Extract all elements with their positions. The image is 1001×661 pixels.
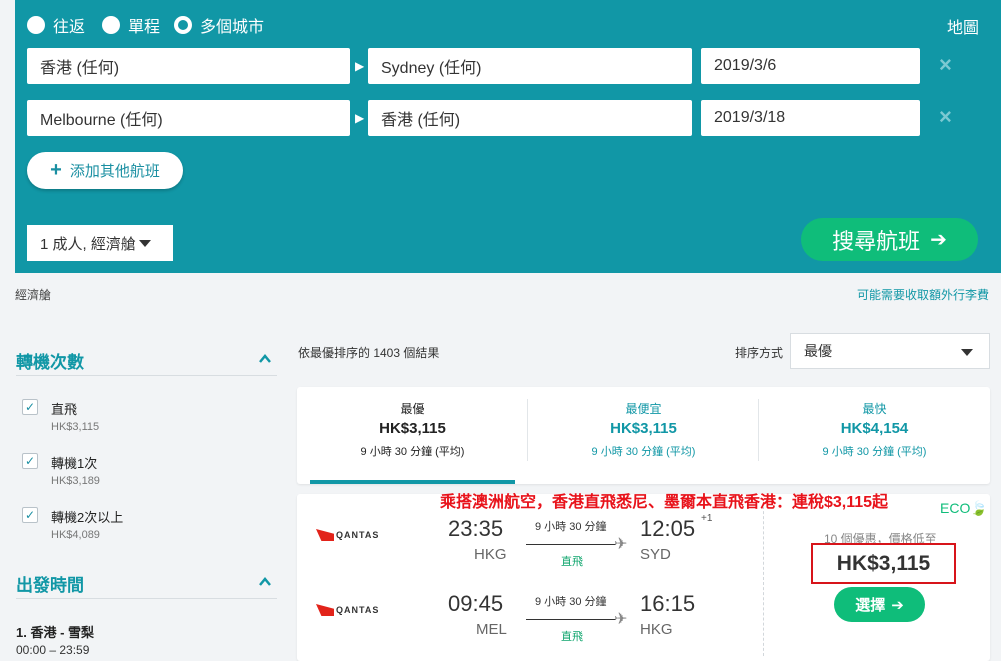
trip-type-label: 往返	[53, 19, 86, 36]
stops-two-plus-label: 轉機2次以上	[51, 510, 124, 525]
destination-field-1[interactable]: Sydney (任何)	[368, 48, 692, 84]
route-line	[526, 619, 616, 620]
search-flights-button[interactable]: 搜尋航班 ➔	[801, 218, 978, 261]
arrival-time: 12:05	[640, 516, 696, 541]
cabin-note: 經濟艙	[15, 288, 52, 302]
kangaroo-tail-icon	[316, 604, 334, 616]
stops-one-label: 轉機1次	[51, 456, 98, 471]
origin-field-1[interactable]: 香港 (任何)	[27, 48, 350, 84]
passengers-select[interactable]: 1 成人, 經濟艙	[27, 225, 173, 261]
trip-type-label: 單程	[128, 19, 161, 36]
sort-select[interactable]: 最優	[790, 333, 990, 369]
stops-two-plus-checkbox[interactable]: ✓	[22, 507, 38, 523]
departure-time: 09:45	[448, 591, 504, 616]
stops-label: 直飛	[561, 631, 583, 643]
destination-field-2[interactable]: 香港 (任何)	[368, 100, 692, 136]
date-field-1[interactable]: 2019/3/6	[701, 48, 920, 84]
flight-duration: 9 小時 30 分鐘	[535, 596, 607, 608]
stops-one-price: HK$3,189	[51, 475, 100, 487]
add-flight-button[interactable]: + 添加其他航班	[27, 152, 183, 189]
tab-cheapest[interactable]: 最便宜 HK$3,115 9 小時 30 分鐘 (平均)	[528, 387, 759, 484]
remove-leg-1-icon[interactable]: ×	[939, 52, 952, 78]
divider	[16, 375, 277, 376]
arrow-right-icon: ➔	[930, 229, 947, 251]
stops-one-checkbox[interactable]: ✓	[22, 453, 38, 469]
sort-tabs: 最優 HK$3,115 9 小時 30 分鐘 (平均) 最便宜 HK$3,115…	[297, 387, 990, 484]
sort-label: 排序方式	[735, 346, 784, 360]
radio-icon	[102, 16, 120, 34]
leaf-icon: 🍃	[970, 500, 988, 516]
tab-price: HK$4,154	[840, 420, 909, 437]
eco-label: ECO	[940, 500, 971, 516]
tab-best[interactable]: 最優 HK$3,115 9 小時 30 分鐘 (平均)	[297, 387, 528, 484]
departure-airport: HKG	[474, 546, 507, 563]
arrival-airport: SYD	[640, 546, 671, 563]
route-line	[526, 544, 616, 545]
origin-field-2[interactable]: Melbourne (任何)	[27, 100, 350, 136]
arrival-time: 16:15	[640, 591, 696, 616]
airplane-icon: ✈	[614, 536, 628, 553]
tab-name: 最便宜	[625, 402, 662, 416]
remove-leg-2-icon[interactable]: ×	[939, 104, 952, 130]
chevron-up-icon[interactable]	[258, 352, 272, 366]
extra-fee-link[interactable]: 可能需要收取額外行李費	[857, 286, 989, 303]
arrow-right-icon: ➔	[891, 596, 904, 614]
stops-direct-checkbox[interactable]: ✓	[22, 399, 38, 415]
divider	[763, 506, 764, 656]
departure-time: 23:35	[448, 516, 504, 541]
radio-selected-icon	[174, 16, 192, 34]
trip-type-label: 多個城市	[200, 19, 265, 36]
tab-fastest[interactable]: 最快 HK$4,154 9 小時 30 分鐘 (平均)	[759, 387, 990, 484]
departure-time-filter-title: 出發時間	[16, 576, 84, 595]
passengers-label: 1 成人, 經濟艙	[40, 235, 136, 253]
tab-name: 最優	[400, 402, 425, 416]
airline-logo: QANTAS	[316, 529, 379, 541]
airplane-icon: ✈	[614, 611, 628, 628]
trip-type-oneway[interactable]: 單程	[102, 13, 160, 37]
add-flight-label: 添加其他航班	[69, 163, 160, 180]
active-tab-indicator	[310, 480, 515, 484]
chevron-up-icon[interactable]	[258, 575, 272, 589]
stops-two-plus-price: HK$4,089	[51, 529, 100, 541]
select-label: 選擇	[855, 597, 886, 614]
stops-direct-label: 直飛	[51, 402, 78, 417]
price-highlight: HK$3,115	[811, 543, 956, 584]
next-day-indicator: +1	[701, 513, 713, 524]
tab-price: HK$3,115	[379, 420, 446, 437]
airline-name: QANTAS	[336, 530, 380, 540]
tab-duration: 9 小時 30 分鐘 (平均)	[360, 446, 465, 458]
sort-value: 最優	[804, 343, 832, 359]
route-label: 1. 香港 - 雪梨	[16, 625, 95, 640]
map-link[interactable]: 地圖	[947, 14, 979, 38]
eco-badge: ECO🍃	[940, 500, 988, 517]
arrow-right-icon: ▶	[355, 59, 365, 73]
search-button-label: 搜尋航班	[832, 228, 921, 254]
arrival-airport: HKG	[640, 621, 673, 638]
plus-icon: +	[50, 159, 62, 181]
tab-name: 最快	[862, 402, 887, 416]
radio-icon	[27, 16, 45, 34]
tab-duration: 9 小時 30 分鐘 (平均)	[822, 446, 927, 458]
tab-price: HK$3,115	[610, 420, 677, 437]
stops-direct-price: HK$3,115	[51, 421, 100, 433]
caret-down-icon	[961, 349, 973, 356]
caret-down-icon	[138, 239, 151, 247]
arrow-right-icon: ▶	[355, 111, 365, 125]
date-field-2[interactable]: 2019/3/18	[701, 100, 920, 136]
trip-type-multicity[interactable]: 多個城市	[174, 13, 264, 37]
airline-logo: QANTAS	[316, 604, 379, 616]
divider	[16, 598, 277, 599]
flight-duration: 9 小時 30 分鐘	[535, 521, 607, 533]
select-button[interactable]: 選擇 ➔	[834, 587, 925, 622]
trip-type-roundtrip[interactable]: 往返	[27, 13, 85, 37]
stops-label: 直飛	[561, 556, 583, 568]
route-time-range: 00:00 – 23:59	[16, 643, 90, 657]
stops-filter-title: 轉機次數	[16, 353, 84, 372]
promo-banner: 乘搭澳洲航空，香港直飛悉尼、墨爾本直飛香港：連稅$3,115起	[440, 494, 889, 511]
results-count: 依最優排序的 1403 個結果	[298, 346, 440, 360]
airline-name: QANTAS	[336, 605, 380, 615]
departure-airport: MEL	[476, 621, 507, 638]
kangaroo-tail-icon	[316, 529, 334, 541]
tab-duration: 9 小時 30 分鐘 (平均)	[591, 446, 696, 458]
